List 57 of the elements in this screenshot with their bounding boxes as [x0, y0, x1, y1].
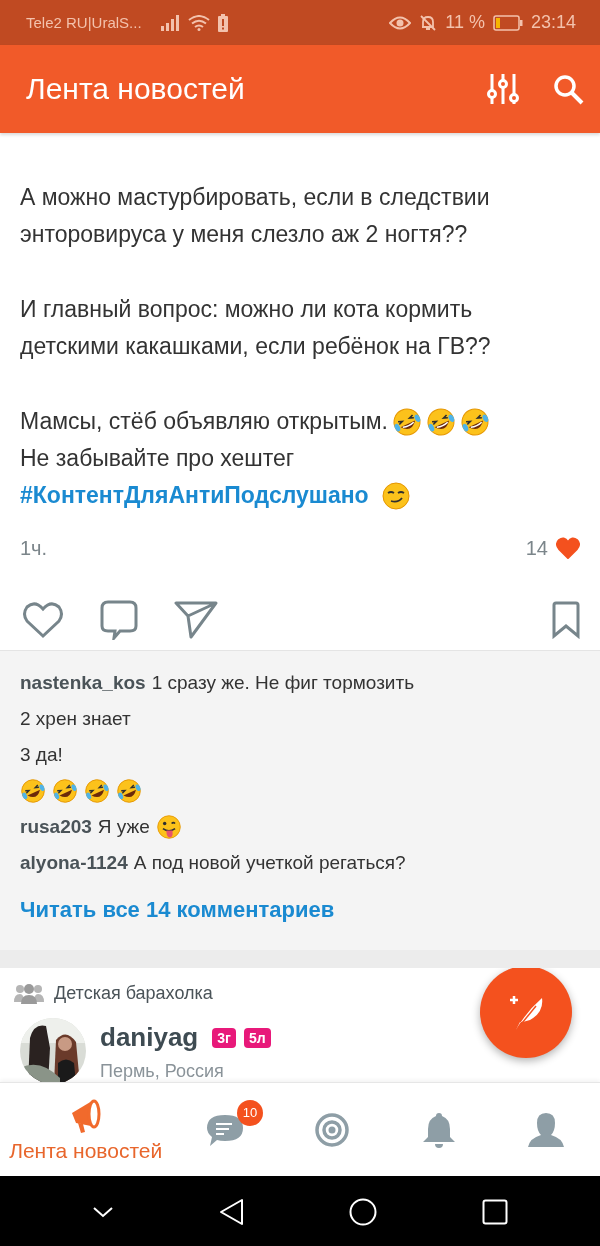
laughing-emoji-icon [116, 778, 142, 804]
back-icon[interactable] [218, 1197, 245, 1226]
post-text: А можно мастурбировать, если в следствии [20, 184, 490, 211]
search-icon[interactable] [552, 73, 584, 105]
carrier-name: Tele2 RU|UralS... [26, 14, 142, 31]
target-icon [314, 1111, 351, 1148]
filter-icon[interactable] [486, 72, 520, 106]
unread-count-badge: 10 [237, 1099, 263, 1126]
battery-icon [492, 14, 523, 31]
send-icon[interactable] [174, 601, 218, 639]
eye-icon [389, 15, 412, 30]
new-post-button[interactable] [480, 968, 572, 1058]
hashtag-link[interactable]: #КонтентДляАнтиПодслушано [20, 482, 369, 509]
post-text: Мамсы, стёб объявляю открытым. [20, 408, 388, 435]
laughing-emoji-icon [52, 778, 78, 804]
battery-percent: 11 % [445, 12, 485, 33]
group-icon [14, 982, 44, 1004]
battery-alert-icon [217, 13, 228, 32]
screen-title: Лента новостей [26, 72, 246, 106]
laughing-emoji-icon [425, 406, 456, 437]
author-name[interactable]: daniyag [100, 1022, 199, 1053]
author-location: Пермь, Россия [100, 1061, 225, 1082]
bell-off-icon [419, 13, 438, 32]
bookmark-icon[interactable] [552, 601, 580, 639]
comment-author[interactable]: nastenka_kos [20, 672, 146, 694]
laughing-emoji-icon [459, 406, 490, 437]
comment-text: 3 да! [20, 744, 63, 766]
post-text: И главный вопрос: можно ли кота кормить [20, 296, 473, 323]
comment-author[interactable]: alyona-1124 [20, 852, 128, 874]
like-icon[interactable] [22, 601, 64, 639]
post-text: Не забывайте про хештег [20, 445, 295, 472]
signal-icon [159, 14, 180, 31]
home-icon[interactable] [349, 1197, 378, 1226]
bell-icon [421, 1110, 458, 1149]
like-count: 14 [525, 536, 548, 560]
comment-text: 2 хрен знает [20, 708, 131, 730]
comment-author[interactable]: rusa203 [20, 816, 92, 838]
comment-icon[interactable] [100, 600, 138, 640]
laughing-emoji-icon [20, 778, 46, 804]
group-name[interactable]: Детская барахолка [54, 982, 213, 1004]
post-text: детскими какашками, если ребёнок на ГВ?? [20, 333, 491, 360]
recents-icon[interactable] [481, 1198, 508, 1225]
laughing-emoji-icon [84, 778, 110, 804]
smirk-emoji-icon [380, 480, 411, 511]
age-badge: 3г [212, 1027, 236, 1048]
post-text: энторовируса у меня слезло аж 2 ногтя?? [20, 221, 468, 248]
tongue-emoji-icon [155, 814, 182, 840]
wifi-icon [187, 14, 210, 31]
laughing-emoji-icon [391, 406, 422, 437]
post-time: 1ч. [20, 536, 48, 560]
age-badge: 5л [243, 1027, 271, 1048]
person-icon [528, 1110, 565, 1149]
comment-text: А под новой учеткой регаться? [133, 852, 406, 874]
comment-text: 1 сразу же. Не фиг тормозить [151, 672, 415, 694]
chevron-down-icon[interactable] [92, 1204, 115, 1219]
comment-text: Я уже [97, 816, 150, 838]
clock: 23:14 [530, 12, 576, 33]
